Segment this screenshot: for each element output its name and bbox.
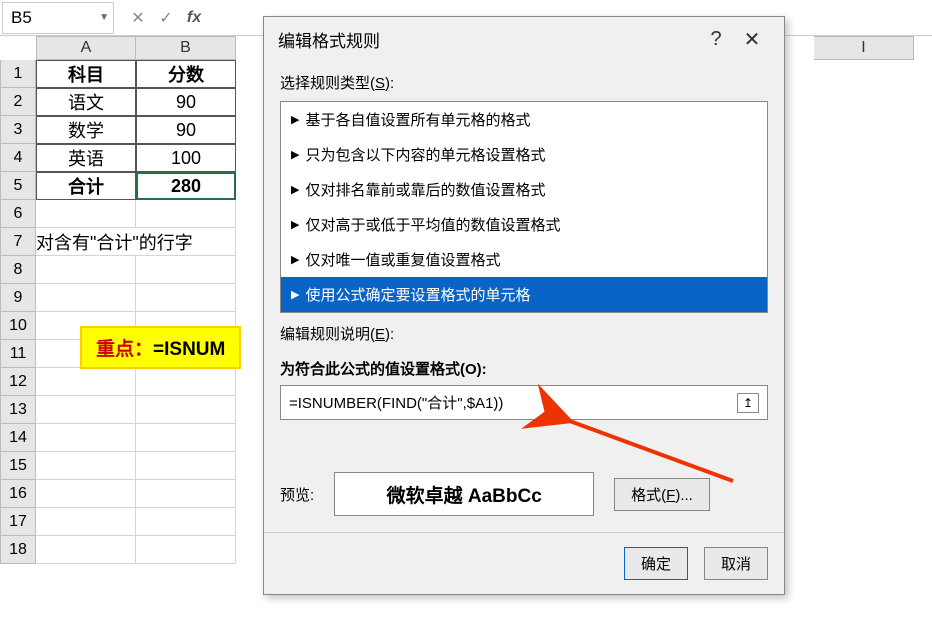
row-header-8[interactable]: 8 xyxy=(0,256,36,284)
row-header-18[interactable]: 18 xyxy=(0,536,36,564)
rule-type-item-0[interactable]: ▶基于各自值设置所有单元格的格式 xyxy=(281,102,767,137)
cell-B8[interactable] xyxy=(136,256,236,284)
rule-desc-label: 编辑规则说明(E): xyxy=(280,323,768,344)
dialog-title: 编辑格式规则 xyxy=(278,27,380,52)
column-header-I[interactable]: I xyxy=(814,36,914,60)
name-box-dropdown-icon[interactable]: ▼ xyxy=(99,12,109,23)
cell-A15[interactable] xyxy=(36,452,136,480)
cell-A2[interactable]: 语文 xyxy=(36,88,136,116)
cell-B16[interactable] xyxy=(136,480,236,508)
cell-B2[interactable]: 90 xyxy=(136,88,236,116)
cell-A7[interactable]: 对含有"合计"的行字 xyxy=(36,228,236,256)
formula-input-value: =ISNUMBER(FIND("合计",$A1)) xyxy=(289,392,737,413)
cell-B12[interactable] xyxy=(136,368,236,396)
cell-A14[interactable] xyxy=(36,424,136,452)
rule-type-item-4[interactable]: ▶仅对唯一值或重复值设置格式 xyxy=(281,242,767,277)
triangle-icon: ▶ xyxy=(291,113,299,126)
formula-input[interactable]: =ISNUMBER(FIND("合计",$A1)) ↥ xyxy=(280,385,768,420)
cell-B18[interactable] xyxy=(136,536,236,564)
rule-type-label: 选择规则类型(S): xyxy=(280,72,768,93)
row-header-7[interactable]: 7 xyxy=(0,228,36,256)
rule-type-item-1[interactable]: ▶只为包含以下内容的单元格设置格式 xyxy=(281,137,767,172)
row-header-5[interactable]: 5 xyxy=(0,172,36,200)
cell-A9[interactable] xyxy=(36,284,136,312)
cell-B14[interactable] xyxy=(136,424,236,452)
cell-A18[interactable] xyxy=(36,536,136,564)
cell-B1[interactable]: 分数 xyxy=(136,60,236,88)
cell-B17[interactable] xyxy=(136,508,236,536)
row-header-13[interactable]: 13 xyxy=(0,396,36,424)
cell-A16[interactable] xyxy=(36,480,136,508)
rule-type-list: ▶基于各自值设置所有单元格的格式 ▶只为包含以下内容的单元格设置格式 ▶仅对排名… xyxy=(280,101,768,313)
row-header-4[interactable]: 4 xyxy=(0,144,36,172)
note-formula: =ISNUM xyxy=(153,339,225,360)
dialog-help-icon[interactable]: ? xyxy=(698,28,734,51)
name-box[interactable]: B5 ▼ xyxy=(2,2,114,34)
cell-A8[interactable] xyxy=(36,256,136,284)
row-header-12[interactable]: 12 xyxy=(0,368,36,396)
ok-button[interactable]: 确定 xyxy=(624,547,688,580)
cell-A12[interactable] xyxy=(36,368,136,396)
preview-box: 微软卓越 AaBbCc xyxy=(334,472,594,516)
triangle-icon: ▶ xyxy=(291,253,299,266)
cell-A5[interactable]: 合计 xyxy=(36,172,136,200)
row-header-11[interactable]: 11 xyxy=(0,340,36,368)
triangle-icon: ▶ xyxy=(291,183,299,196)
column-header-B[interactable]: B xyxy=(136,36,236,60)
cell-A13[interactable] xyxy=(36,396,136,424)
row-header-1[interactable]: 1 xyxy=(0,60,36,88)
cell-B3[interactable]: 90 xyxy=(136,116,236,144)
triangle-icon: ▶ xyxy=(291,288,299,301)
cancel-formula-icon[interactable]: ✕ xyxy=(126,6,150,30)
row-header-14[interactable]: 14 xyxy=(0,424,36,452)
cell-A1[interactable]: 科目 xyxy=(36,60,136,88)
row-header-6[interactable]: 6 xyxy=(0,200,36,228)
rule-type-item-3[interactable]: ▶仅对高于或低于平均值的数值设置格式 xyxy=(281,207,767,242)
row-header-10[interactable]: 10 xyxy=(0,312,36,340)
triangle-icon: ▶ xyxy=(291,148,299,161)
fx-icon[interactable]: fx xyxy=(182,6,206,30)
cell-A17[interactable] xyxy=(36,508,136,536)
edit-format-rule-dialog: 编辑格式规则 ? ✕ 选择规则类型(S): ▶基于各自值设置所有单元格的格式 ▶… xyxy=(263,16,785,595)
cell-B9[interactable] xyxy=(136,284,236,312)
row-header-9[interactable]: 9 xyxy=(0,284,36,312)
preview-label: 预览: xyxy=(280,484,314,505)
rule-type-item-5[interactable]: ▶使用公式确定要设置格式的单元格 xyxy=(281,277,767,312)
enter-formula-icon[interactable]: ✓ xyxy=(154,6,178,30)
cell-A6[interactable] xyxy=(36,200,136,228)
row-header-2[interactable]: 2 xyxy=(0,88,36,116)
range-picker-icon[interactable]: ↥ xyxy=(737,393,759,413)
note-label: 重点： xyxy=(96,339,153,360)
row-header-17[interactable]: 17 xyxy=(0,508,36,536)
row-header-16[interactable]: 16 xyxy=(0,480,36,508)
rule-type-item-2[interactable]: ▶仅对排名靠前或靠后的数值设置格式 xyxy=(281,172,767,207)
cell-B4[interactable]: 100 xyxy=(136,144,236,172)
triangle-icon: ▶ xyxy=(291,218,299,231)
row-header-15[interactable]: 15 xyxy=(0,452,36,480)
dialog-close-icon[interactable]: ✕ xyxy=(734,27,770,52)
row-header-3[interactable]: 3 xyxy=(0,116,36,144)
cancel-button[interactable]: 取消 xyxy=(704,547,768,580)
cell-A3[interactable]: 数学 xyxy=(36,116,136,144)
formula-label: 为符合此公式的值设置格式(O): xyxy=(280,358,768,379)
cell-B15[interactable] xyxy=(136,452,236,480)
cell-B13[interactable] xyxy=(136,396,236,424)
format-button[interactable]: 格式(F)... xyxy=(614,478,710,511)
name-box-value: B5 xyxy=(11,8,32,28)
highlight-note: 重点：=ISNUM xyxy=(80,326,241,369)
column-header-A[interactable]: A xyxy=(36,36,136,60)
cell-A4[interactable]: 英语 xyxy=(36,144,136,172)
cell-B6[interactable] xyxy=(136,200,236,228)
cell-B5[interactable]: 280 xyxy=(136,172,236,200)
